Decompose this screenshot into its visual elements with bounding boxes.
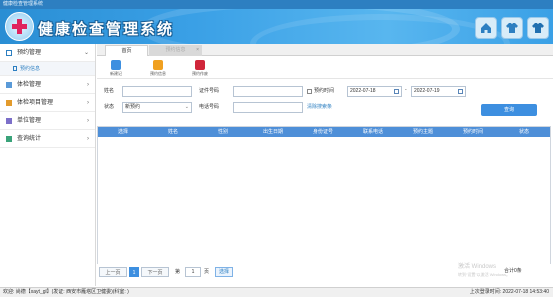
wrench-icon bbox=[6, 100, 12, 106]
column-header[interactable]: 状态 bbox=[498, 127, 550, 137]
idno-input[interactable] bbox=[233, 86, 303, 97]
calendar-icon bbox=[6, 50, 12, 56]
status-value: 新预约 bbox=[125, 104, 141, 110]
chevron-right-icon: › bbox=[87, 100, 89, 106]
sidebar-subitem-label: 预约信息 bbox=[20, 66, 41, 72]
watermark-title: 激活 Windows bbox=[458, 264, 497, 270]
close-icon[interactable]: × bbox=[196, 45, 199, 56]
chevron-down-icon: ⌄ bbox=[184, 104, 189, 110]
building-icon bbox=[6, 118, 12, 124]
toolbar-label: 预约作废 bbox=[192, 71, 208, 76]
toolbar-label: 新建记 bbox=[110, 71, 122, 76]
status-label: 状态 bbox=[104, 104, 115, 110]
name-input[interactable] bbox=[122, 86, 192, 97]
column-header[interactable]: 身份证号 bbox=[298, 127, 348, 137]
total-count: 合计0条 bbox=[504, 268, 522, 274]
chart-icon bbox=[6, 136, 12, 142]
tab-appointment-info[interactable]: 预约信息 × bbox=[149, 45, 202, 56]
status-select[interactable]: 新预约 ⌄ bbox=[122, 102, 192, 113]
idno-label: 证件号码 bbox=[199, 88, 220, 94]
goto-page-input[interactable]: 1 bbox=[185, 267, 201, 277]
app-banner: 健康检查管理系统 bbox=[0, 9, 553, 44]
chevron-right-icon: › bbox=[87, 136, 89, 142]
date-from-input[interactable]: 2022-07-18 bbox=[347, 86, 402, 97]
goto-button[interactable]: 选择 bbox=[215, 267, 233, 277]
sidebar-item-exam-items[interactable]: 体检项目管理 › bbox=[0, 94, 95, 112]
name-label: 姓名 bbox=[104, 88, 115, 94]
shirt-icon[interactable] bbox=[501, 17, 523, 39]
toolbar: 新建记 预约信息 预约作废 bbox=[97, 57, 553, 79]
chevron-right-icon: › bbox=[87, 82, 89, 88]
phone-label: 电话号码 bbox=[199, 104, 220, 110]
data-table: 选择 姓名 性别 出生日期 身份证号 联系电话 预约主题 预约时间 状态 bbox=[97, 126, 551, 264]
tab-bar: 首页 预约信息 × bbox=[97, 44, 553, 56]
date-to-value: 2022-07-19 bbox=[414, 88, 440, 94]
sidebar-item-stats[interactable]: 查询统计 › bbox=[0, 130, 95, 148]
medical-cross-icon bbox=[12, 19, 27, 34]
date-separator: - bbox=[405, 87, 407, 93]
appt-time-checkbox[interactable] bbox=[307, 89, 312, 94]
appt-time-label: 预约时间 bbox=[314, 88, 335, 94]
clipboard-icon bbox=[6, 82, 12, 88]
table-body bbox=[98, 138, 550, 264]
chevron-right-icon: › bbox=[87, 118, 89, 124]
column-header[interactable]: 性别 bbox=[198, 127, 248, 137]
sidebar-item-appointment[interactable]: 预约管理 ⌄ bbox=[0, 44, 95, 62]
column-header[interactable]: 联系电话 bbox=[348, 127, 398, 137]
toolbar-label: 预约信息 bbox=[150, 71, 166, 76]
folder-icon bbox=[153, 60, 163, 70]
tab-label: 预约信息 bbox=[165, 47, 186, 53]
sidebar-item-exam[interactable]: 体检管理 › bbox=[0, 76, 95, 94]
sidebar-subitem-appointment-info[interactable]: 预约信息 bbox=[0, 62, 95, 76]
status-last-login: 上次登录时间: 2022-07-18 14:53:40 bbox=[469, 289, 549, 295]
column-header[interactable]: 预约时间 bbox=[448, 127, 498, 137]
appointment-info-button[interactable]: 预约信息 bbox=[145, 60, 171, 77]
column-header[interactable]: 出生日期 bbox=[248, 127, 298, 137]
sidebar-item-label: 体检管理 bbox=[17, 82, 42, 88]
sidebar-item-label: 单位管理 bbox=[17, 118, 42, 124]
goto-label-suffix: 页 bbox=[204, 269, 210, 275]
calendar-icon[interactable] bbox=[394, 89, 399, 94]
new-record-icon bbox=[111, 60, 121, 70]
sidebar-item-label: 体检项目管理 bbox=[17, 100, 54, 106]
clear-search-link[interactable]: 清除搜索条 bbox=[307, 103, 332, 110]
shirt-blue-icon[interactable] bbox=[527, 17, 549, 39]
table-header: 选择 姓名 性别 出生日期 身份证号 联系电话 预约主题 预约时间 状态 bbox=[98, 127, 550, 137]
column-header[interactable]: 选择 bbox=[98, 127, 148, 137]
window-titlebar: 健康检查管理系统 bbox=[0, 0, 553, 9]
date-to-input[interactable]: 2022-07-19 bbox=[411, 86, 466, 97]
cancel-appointment-button[interactable]: 预约作废 bbox=[187, 60, 213, 77]
prev-page-button[interactable]: 上一页 bbox=[99, 267, 127, 277]
activation-watermark: 激活 Windows 转到“设置”以激活 Windows。 bbox=[458, 264, 510, 278]
query-button[interactable]: 查询 bbox=[481, 104, 537, 116]
sidebar-item-label: 预约管理 bbox=[17, 50, 42, 56]
current-page[interactable]: 1 bbox=[129, 267, 139, 277]
next-page-button[interactable]: 下一页 bbox=[141, 267, 169, 277]
new-record-button[interactable]: 新建记 bbox=[103, 60, 129, 77]
delete-icon bbox=[195, 60, 205, 70]
sidebar-item-label: 查询统计 bbox=[17, 136, 42, 142]
status-user: 欢迎: 尚德【xayt_gl】(发证: 西安市雁塔区卫健委)(科室: ) bbox=[3, 289, 129, 295]
sidebar-item-units[interactable]: 单位管理 › bbox=[0, 112, 95, 130]
status-bar: 欢迎: 尚德【xayt_gl】(发证: 西安市雁塔区卫健委)(科室: ) 上次登… bbox=[0, 287, 553, 297]
column-header[interactable]: 姓名 bbox=[148, 127, 198, 137]
phone-input[interactable] bbox=[233, 102, 303, 113]
tab-home[interactable]: 首页 bbox=[105, 45, 148, 56]
calendar-icon[interactable] bbox=[458, 89, 463, 94]
page-icon bbox=[13, 66, 17, 71]
sidebar: 预约管理 ⌄ 预约信息 体检管理 › 体检项目管理 › 单位管理 › 查询统计 … bbox=[0, 44, 96, 286]
search-form: 姓名 证件号码 预约时间 2022-07-18 - 2022-07-19 状态 … bbox=[97, 80, 553, 120]
watermark-subtitle: 转到“设置”以激活 Windows。 bbox=[458, 272, 511, 277]
chevron-down-icon: ⌄ bbox=[83, 50, 89, 56]
date-from-value: 2022-07-18 bbox=[350, 88, 376, 94]
home-icon[interactable] bbox=[475, 17, 497, 39]
goto-label: 第 bbox=[175, 269, 181, 275]
app-title: 健康检查管理系统 bbox=[38, 20, 175, 38]
column-header[interactable]: 预约主题 bbox=[398, 127, 448, 137]
